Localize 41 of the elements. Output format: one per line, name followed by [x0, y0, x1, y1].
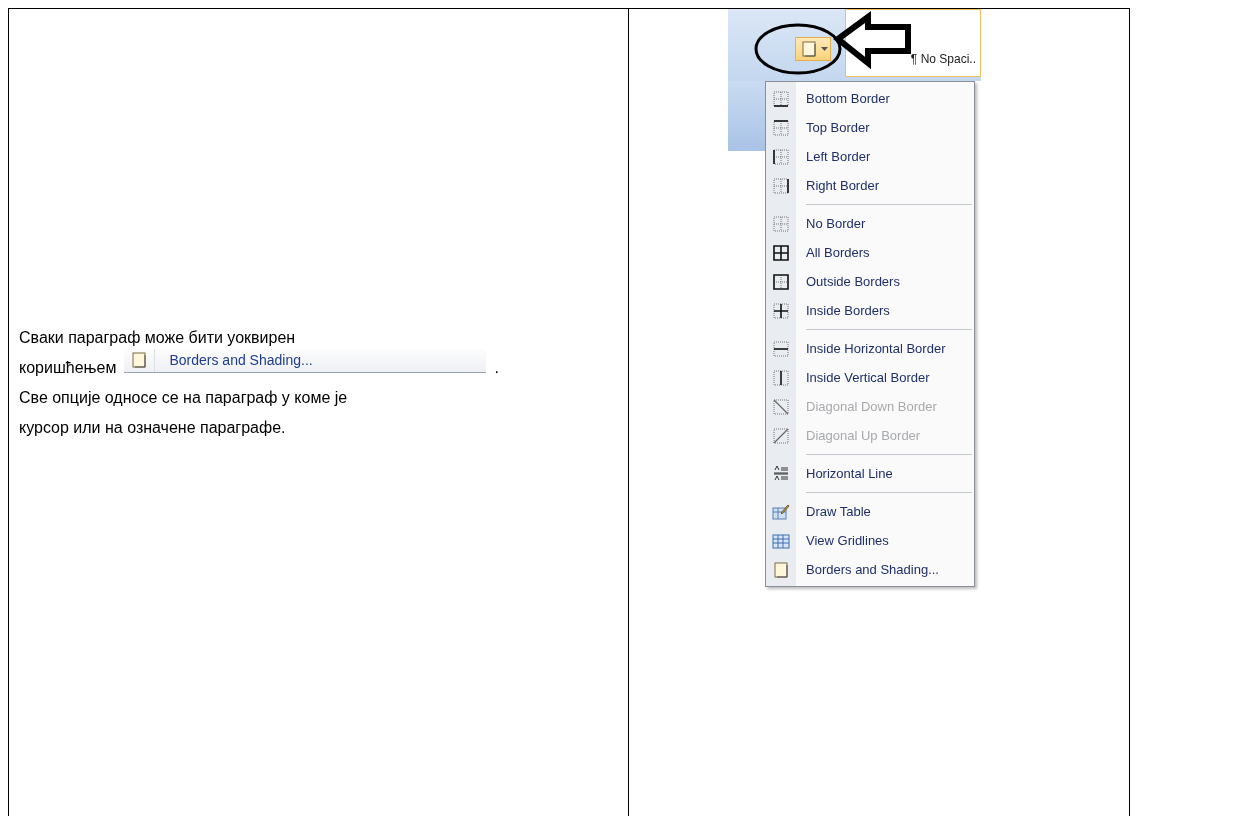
- menu-item[interactable]: No Border: [766, 209, 974, 238]
- left-border-icon: [772, 147, 790, 166]
- menu-item[interactable]: Inside Horizontal Border: [766, 334, 974, 363]
- paragraph-text: курсор или на означене параграфе.: [19, 417, 286, 438]
- bottom-border-icon: [772, 89, 790, 108]
- top-border-icon: [772, 118, 790, 137]
- menu-item[interactable]: View Gridlines: [766, 526, 974, 555]
- menu-item[interactable]: Top Border: [766, 113, 974, 142]
- menu-item[interactable]: Left Border: [766, 142, 974, 171]
- dropdown-caret-icon: [821, 47, 828, 51]
- menu-item[interactable]: Inside Vertical Border: [766, 363, 974, 392]
- horizontal-line-icon: [772, 464, 790, 483]
- borders-button[interactable]: [795, 37, 831, 61]
- diagonal-up-icon: [772, 426, 790, 445]
- style-name: ¶ No Spaci..: [910, 52, 976, 66]
- menu-item[interactable]: Horizontal Line: [766, 459, 974, 488]
- menu-item[interactable]: Borders and Shading...: [766, 555, 974, 584]
- page-icon: [772, 560, 790, 579]
- page-icon: [130, 351, 149, 369]
- grid-icon: [772, 531, 790, 550]
- inside-borders-icon: [772, 301, 790, 320]
- page-icon: [800, 40, 818, 58]
- paragraph-text: Сваки параграф може бити уоквирен: [19, 327, 296, 348]
- menu-item[interactable]: Outside Borders: [766, 267, 974, 296]
- no-border-icon: [772, 214, 790, 233]
- paragraph-text: коришћењем: [19, 357, 117, 378]
- menu-item[interactable]: Draw Table: [766, 497, 974, 526]
- menu-item[interactable]: Inside Borders: [766, 296, 974, 325]
- menu-item[interactable]: All Borders: [766, 238, 974, 267]
- inside-vertical-border-icon: [772, 368, 790, 387]
- all-borders-icon: [772, 243, 790, 262]
- pencil-table-icon: [772, 502, 790, 521]
- inside-horizontal-border-icon: [772, 339, 790, 358]
- right-border-icon: [772, 176, 790, 195]
- diagonal-down-icon: [772, 397, 790, 416]
- outside-borders-icon: [772, 272, 790, 291]
- paragraph-text: Све опције односе се на параграф у коме је: [19, 387, 348, 408]
- menu-item[interactable]: Bottom Border: [766, 84, 974, 113]
- menu-item[interactable]: Right Border: [766, 171, 974, 200]
- ribbon-edge: [728, 81, 765, 151]
- period-text: .: [494, 357, 499, 378]
